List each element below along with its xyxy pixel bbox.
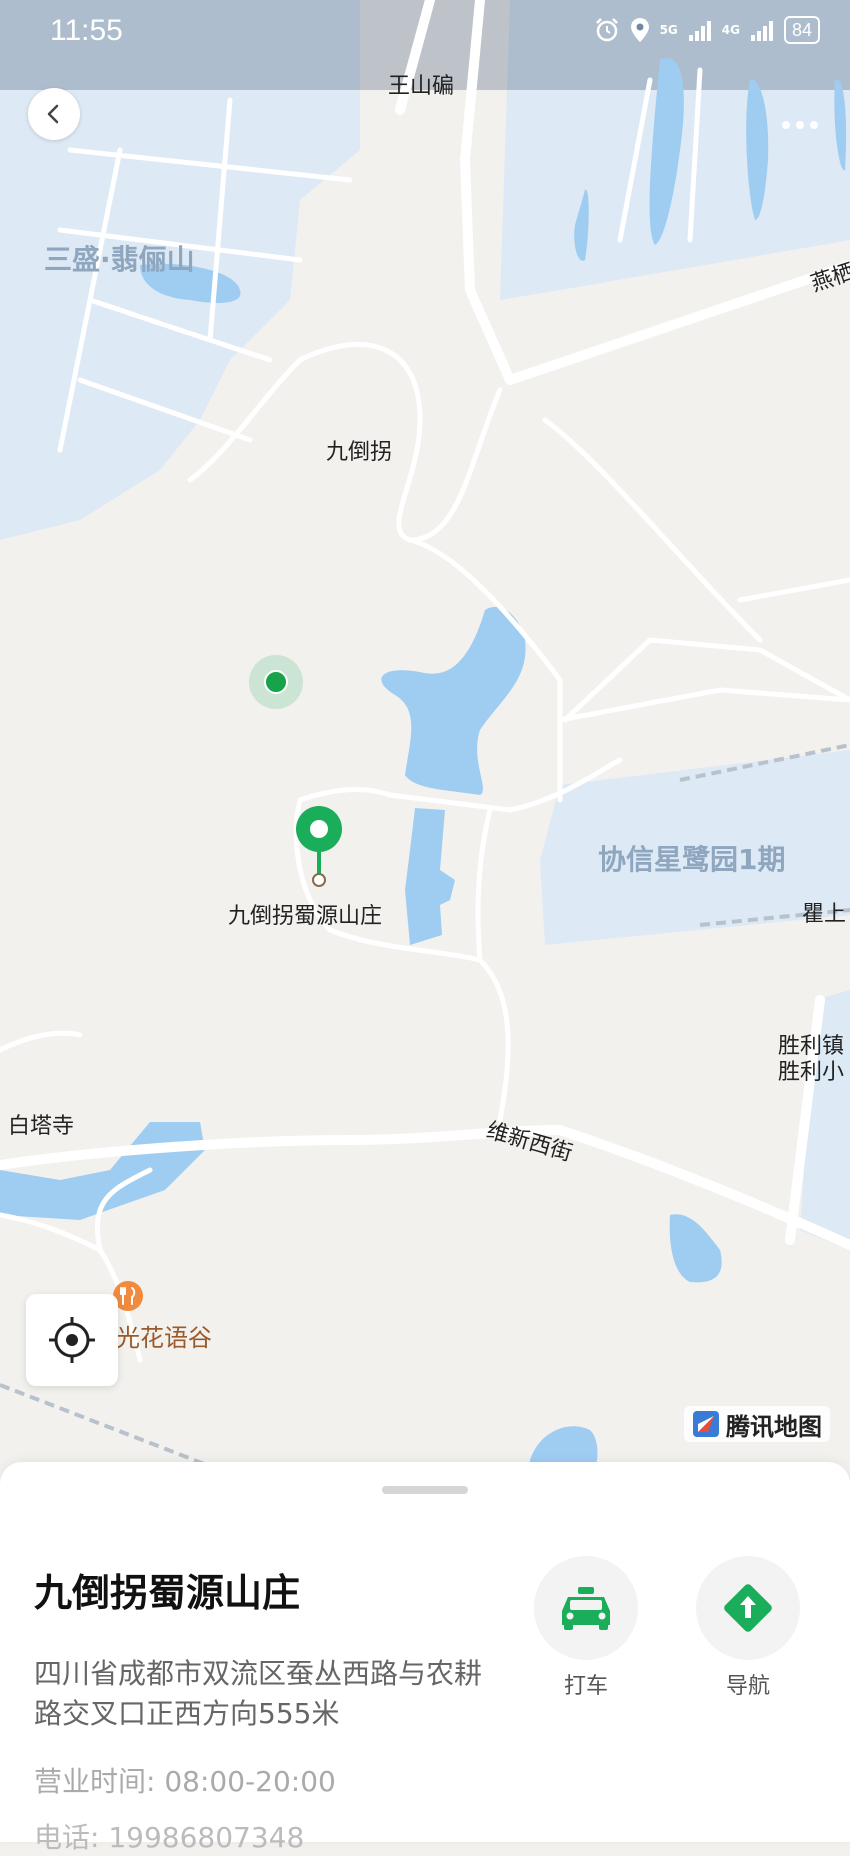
destination-pin-icon[interactable] (294, 804, 344, 888)
map-label-qushang: 瞿上 (802, 902, 847, 927)
navigate-button-label: 导航 (725, 1674, 770, 1699)
battery-indicator: 84 (783, 16, 820, 44)
signal-5g-icon (688, 21, 711, 41)
map-label-guanghuayu[interactable]: 光花语谷 (116, 1318, 212, 1353)
navigate-button-circle[interactable] (696, 1556, 800, 1660)
place-detail-sheet[interactable]: 九倒拐蜀源山庄 四川省成都市双流区蚕丛西路与农耕路交叉口正西方向555米 营业时… (0, 1462, 850, 1854)
locate-me-button[interactable] (26, 1294, 118, 1386)
map-graphics (0, 0, 850, 1472)
more-button[interactable] (780, 100, 820, 140)
map-brand-label: 腾讯地图 (726, 1412, 822, 1441)
taxi-button-circle[interactable] (534, 1556, 638, 1660)
signal-4g-icon (750, 21, 773, 41)
navigation-icon (724, 1584, 772, 1632)
sheet-drag-handle[interactable] (382, 1486, 468, 1494)
more-dots-icon (782, 121, 818, 129)
map-label-poi-name[interactable]: 九倒拐蜀源山庄 (228, 898, 382, 930)
current-location-icon (249, 655, 303, 709)
locate-crosshair-icon (49, 1317, 95, 1363)
signal-4g-label: 4G (721, 23, 740, 37)
map-label-wangshanbei: 王山碥 (388, 74, 455, 99)
location-icon (630, 18, 649, 42)
taxi-icon (562, 1587, 610, 1630)
status-time: 11:55 (50, 14, 123, 47)
map-label-jiudaoguai: 九倒拐 (326, 440, 393, 465)
status-icons: 5G 4G 84 (594, 16, 820, 44)
map-label-sansheng: 三盛·翡俪山 (44, 243, 195, 276)
place-address: 四川省成都市双流区蚕丛西路与农耕路交叉口正西方向555米 (34, 1657, 483, 1730)
map-brand: 腾讯地图 (684, 1406, 830, 1442)
alarm-icon (595, 18, 618, 42)
tencent-map-logo-icon (693, 1411, 719, 1437)
status-bar: 11:55 5G 4G 84 (0, 0, 850, 64)
map-label-baitasi: 白塔寺 (8, 1114, 75, 1139)
map-label-xiexin: 协信星鹭园1期 (598, 843, 786, 876)
chevron-left-icon (47, 104, 59, 124)
navigate-button[interactable]: 导航 (696, 1556, 800, 1700)
back-button[interactable] (28, 88, 80, 140)
place-hours: 营业时间: 08:00-20:00 (34, 1765, 336, 1798)
map-label-shengli-school: 胜利小 (778, 1060, 845, 1085)
place-phone[interactable]: 电话: 19986807348 (34, 1816, 304, 1856)
signal-5g-label: 5G (659, 23, 678, 37)
map-canvas[interactable]: 王山碥 三盛·翡俪山 燕栖 九倒拐 协信星鹭园1期 瞿上 胜利镇 胜利小 白塔寺… (0, 0, 850, 1472)
taxi-button-label: 打车 (563, 1674, 608, 1699)
taxi-button[interactable]: 打车 (534, 1556, 638, 1700)
place-title: 九倒拐蜀源山庄 (34, 1571, 301, 1615)
